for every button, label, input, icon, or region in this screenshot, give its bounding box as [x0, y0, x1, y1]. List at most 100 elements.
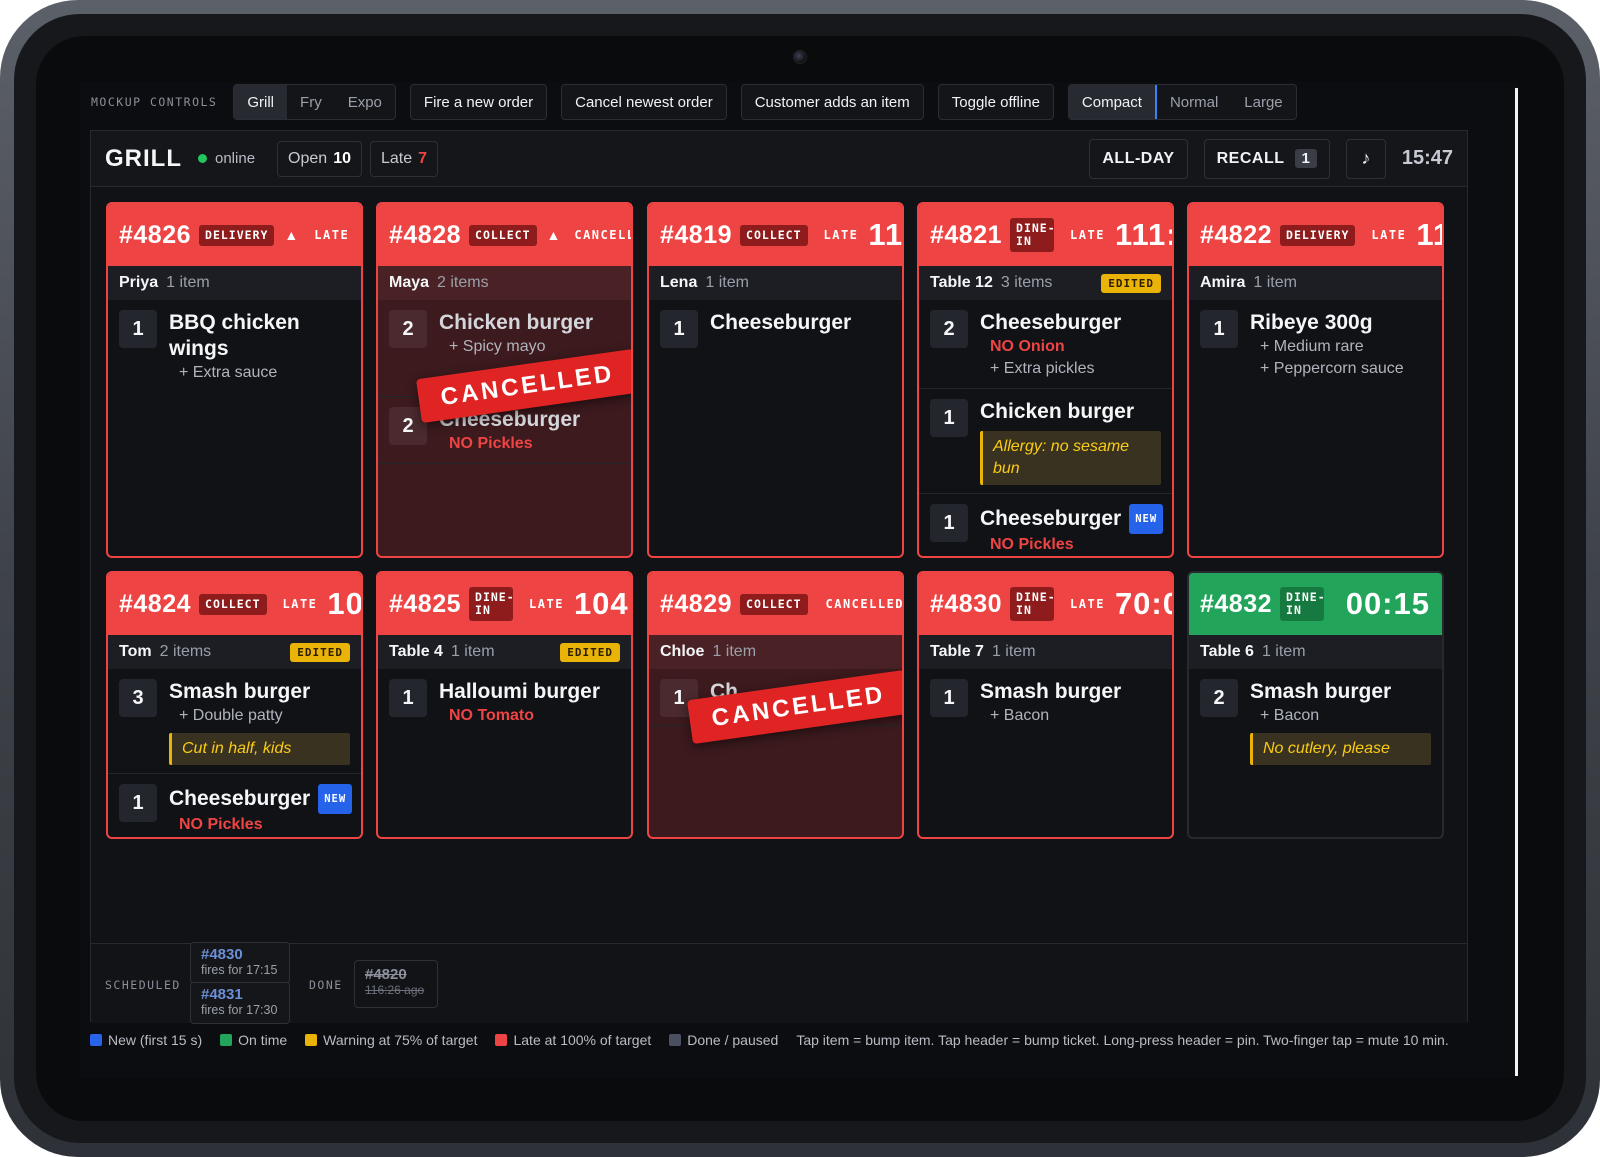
ticket-header[interactable]: #4824 COLLECT LATE 10(: [108, 573, 361, 635]
ticket-meta: Amira 1 item: [1189, 266, 1442, 300]
order-line[interactable]: 2 Smash burger + Bacon No cutlery, pleas…: [1189, 669, 1442, 773]
scheduled-ticket[interactable]: #4831 fires for 17:30: [190, 982, 290, 1024]
order-line[interactable]: 1 Cheeseburger NEW NO Pickles: [108, 774, 361, 837]
ticket-meta: Priya 1 item: [108, 266, 361, 300]
ticket-4821[interactable]: #4821 DINE- IN LATE 111: Table 12 3 item…: [917, 202, 1174, 558]
item-exclusion: NO Onion: [990, 338, 1065, 355]
order-line[interactable]: 1 Chicken burger Allergy: no sesame bun: [919, 389, 1172, 494]
all-day-button[interactable]: ALL-DAY: [1089, 138, 1188, 179]
late-label: LATE: [282, 597, 318, 611]
legend-label: New (first 15 s): [108, 1032, 203, 1048]
item-count: 1 item: [1261, 643, 1306, 660]
late-label: LATE: [1070, 228, 1105, 242]
fire-new-order-button[interactable]: Fire a new order: [409, 84, 548, 120]
ticket-header[interactable]: #4828 COLLECT ▲ CANCELL: [378, 204, 631, 266]
item-count: 1 item: [712, 643, 757, 660]
ticket-4828[interactable]: #4828 COLLECT ▲ CANCELL Maya 2 items 2 C…: [376, 202, 633, 558]
ticket-header[interactable]: #4825 DINE- IN LATE 104:: [378, 573, 631, 635]
item-quantity: 1: [119, 310, 157, 348]
ticket-timer: 70:0: [1114, 586, 1172, 621]
ticket-4824[interactable]: #4824 COLLECT LATE 10( Tom 2 items EDITE…: [106, 571, 363, 839]
open-count-chip[interactable]: Open 10: [277, 140, 362, 177]
ticket-4822[interactable]: #4822 DELIVERY LATE 11 Amira 1 item 1 Ri…: [1187, 202, 1444, 558]
ticket-number: #4821: [930, 220, 1003, 249]
order-type-line-2: IN: [1286, 603, 1302, 617]
item-quantity: 1: [119, 784, 157, 822]
ticket-number: #4829: [660, 589, 733, 618]
order-type-line-1: DINE-: [1016, 221, 1056, 235]
size-option-normal[interactable]: Normal: [1157, 85, 1231, 119]
customer-name: Table 6: [1200, 643, 1254, 660]
ticket-4829[interactable]: #4829 COLLECT CANCELLED Chloe 1 item 1 C…: [647, 571, 904, 839]
ticket-4830[interactable]: #4830 DINE- IN LATE 70:0 Table 7 1 item …: [917, 571, 1174, 839]
order-type-badge: DINE- IN: [1280, 587, 1325, 621]
ticket-4826[interactable]: #4826 DELIVERY ▲ LATE 1 Priya 1 item 1 B…: [106, 202, 363, 558]
recall-button[interactable]: RECALL 1: [1203, 138, 1331, 179]
item-quantity: 1: [660, 310, 698, 348]
connection-status: online: [198, 150, 255, 167]
legend-swatch: [495, 1034, 508, 1046]
customer-adds-item-button[interactable]: Customer adds an item: [740, 84, 924, 120]
station-option-expo[interactable]: Expo: [335, 85, 395, 119]
item-name: Halloumi burger: [439, 680, 601, 703]
item-name: Ribeye 300g: [1250, 311, 1373, 334]
order-line[interactable]: 1 Halloumi burger NO Tomato: [378, 669, 631, 735]
ticket-4825[interactable]: #4825 DINE- IN LATE 104: Table 4 1 item …: [376, 571, 633, 839]
item-modifier: + Extra sauce: [179, 364, 278, 381]
ticket-4819[interactable]: #4819 COLLECT LATE 118 Lena 1 item 1 Che…: [647, 202, 904, 558]
scheduled-ticket[interactable]: #4830 fires for 17:15: [190, 942, 290, 984]
ticket-header[interactable]: #4821 DINE- IN LATE 111:: [919, 204, 1172, 266]
order-type-line-1: DINE-: [1016, 590, 1056, 604]
ticket-number: #4819: [660, 220, 733, 249]
order-line[interactable]: 1 Cheeseburger: [649, 300, 902, 356]
ticket-header[interactable]: #4829 COLLECT CANCELLED: [649, 573, 902, 635]
legend-swatch: [305, 1034, 318, 1046]
order-line[interactable]: 1 Cheeseburger NEW NO Pickles: [919, 494, 1172, 556]
order-line[interactable]: 2 Cheeseburger NO Onion + Extra pickles: [919, 300, 1172, 389]
item-quantity: 1: [930, 679, 968, 717]
done-label: DONE: [309, 978, 343, 992]
ticket-timer: 1: [359, 217, 361, 253]
ticket-header[interactable]: #4822 DELIVERY LATE 11: [1189, 204, 1442, 266]
late-label: LATE: [314, 228, 350, 242]
ticket-meta: Table 4 1 item EDITED: [378, 635, 631, 669]
online-dot-icon: [198, 154, 207, 163]
legend-item-on-time: On time: [220, 1032, 287, 1048]
open-label: Open: [288, 149, 328, 167]
late-label: LATE: [529, 597, 564, 611]
order-line[interactable]: 1 Smash burger + Bacon: [919, 669, 1172, 735]
size-option-compact[interactable]: Compact: [1068, 85, 1157, 119]
legend-label: Done / paused: [687, 1032, 779, 1048]
ticket-meta: Table 6 1 item: [1189, 635, 1442, 669]
new-badge: NEW: [1129, 504, 1164, 534]
edited-badge: EDITED: [290, 642, 350, 662]
station-option-fry[interactable]: Fry: [287, 85, 335, 119]
ticket-header[interactable]: #4832 DINE- IN 00:15: [1189, 573, 1442, 635]
ticket-timer: 118: [868, 217, 902, 252]
cancel-newest-order-button[interactable]: Cancel newest order: [561, 84, 727, 120]
item-modifier: + Medium rare: [1260, 338, 1364, 355]
item-count: 1 item: [705, 274, 749, 291]
order-line[interactable]: 1 Ribeye 300g + Medium rare + Peppercorn…: [1189, 300, 1442, 388]
sound-toggle-button[interactable]: ♪: [1346, 138, 1386, 179]
ticket-header[interactable]: #4826 DELIVERY ▲ LATE 1: [108, 204, 361, 266]
order-line[interactable]: 1 BBQ chicken wings + Extra sauce: [108, 300, 361, 392]
legend-swatch: [220, 1034, 233, 1046]
late-count-chip[interactable]: Late 7: [369, 140, 439, 177]
ticket-4832[interactable]: #4832 DINE- IN 00:15 Table 6 1 item 2 Sm…: [1187, 571, 1444, 839]
ticket-header[interactable]: #4830 DINE- IN LATE 70:0: [919, 573, 1172, 635]
done-ticket[interactable]: #4820 116:26 ago: [354, 960, 438, 1008]
gesture-help-text: Tap item = bump item. Tap header = bump …: [796, 1032, 1449, 1048]
customer-name: Priya: [119, 274, 159, 291]
order-line[interactable]: 3 Smash burger + Double patty Cut in hal…: [108, 669, 361, 774]
legend-item-late: Late at 100% of target: [495, 1032, 651, 1048]
ticket-number: #4830: [930, 589, 1003, 618]
size-option-large[interactable]: Large: [1231, 85, 1295, 119]
order-type-line-2: IN: [475, 603, 491, 617]
item-modifier: + Bacon: [990, 707, 1050, 724]
toggle-offline-button[interactable]: Toggle offline: [937, 84, 1054, 120]
station-option-grill[interactable]: Grill: [234, 85, 288, 119]
customer-name: Table 7: [930, 643, 984, 660]
item-modifier: + Peppercorn sauce: [1260, 360, 1404, 377]
ticket-header[interactable]: #4819 COLLECT LATE 118: [649, 204, 902, 266]
